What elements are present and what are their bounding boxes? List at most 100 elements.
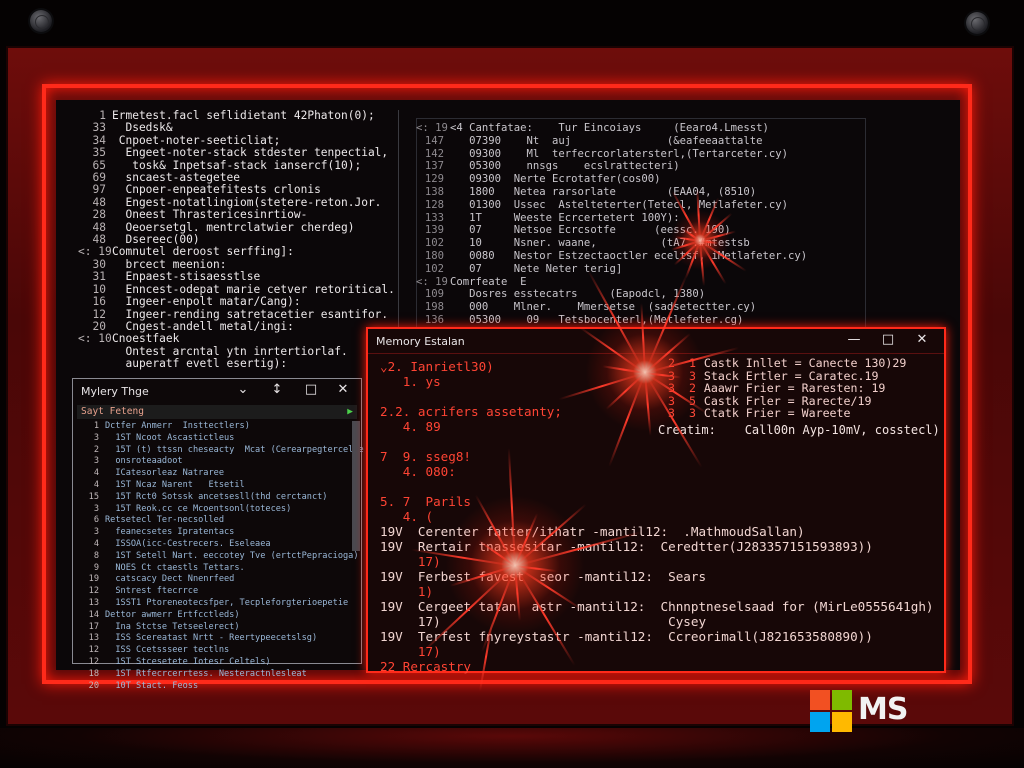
code-text: 09300 Nerte Ecrotatfer(cos00) (450, 173, 661, 186)
scrollbar[interactable] (352, 421, 360, 551)
code-line: 1 Dctfer Anmerr Insttectlers) (73, 421, 364, 433)
run-icon[interactable]: ▶ (347, 405, 353, 419)
code-text: 15T Reok.cc ce Mcoentsonl(toteces) (105, 503, 292, 514)
line-number: 9 (93, 562, 99, 573)
memory-window[interactable]: Memory Estalan — □ ✕ ⌄2. Ianrietl30) 1. … (366, 327, 946, 674)
memory-item[interactable]: 4. 080: (380, 464, 934, 479)
line-number: 102 (424, 262, 444, 275)
line-number: 138 (424, 185, 444, 198)
code-line: 9 NOES Ct ctaestls Tettars. (73, 563, 364, 575)
memory-item[interactable]: 17) (380, 644, 934, 659)
memory-item[interactable]: 1) (380, 584, 934, 599)
memory-item[interactable]: 19V Terfest fnyreystastr -mantil12: Ccre… (380, 629, 934, 644)
line-number: 142 (424, 147, 444, 160)
code-text: Ontest arcntal ytn inrtertiorlaf. (112, 344, 348, 358)
line-number: <: 19 (416, 122, 448, 134)
code-text: Oeoersetgl. mentrclatwier cherdeg) (112, 220, 355, 234)
code-line: 102 10 Nsner. waane, (tA7 .#mtestsb (416, 237, 807, 250)
code-text: Retsetecl Ter-necsolled (105, 515, 224, 526)
line-number: 12 (88, 656, 99, 667)
code-text: 000 Mlner. Mmersetse (sadsetectter.cy) (450, 301, 757, 314)
mystery-code-listing[interactable]: 1 Dctfer Anmerr Insttectlers) 3 1ST Ncoot … (73, 421, 364, 692)
code-text: 1ST Rtfecrcerrtess. Nesteractnlesleat (105, 668, 307, 679)
code-text: ISSOA(icc-Cestrecers. Eseleaea (105, 538, 271, 549)
close-button[interactable]: ✕ (908, 329, 936, 351)
resize-icon[interactable]: ↕ (263, 379, 291, 401)
line-number: 31 (92, 270, 106, 284)
code-line: 18 1ST Rtfecrcerrtess. Nesteractnlesleat (73, 669, 364, 681)
code-line: 4 1ST Ncaz Narent Etsetil (73, 480, 364, 492)
line-number: 136 (424, 313, 444, 326)
memory-item[interactable]: 19V Cerenter fatter/ithatr -mantil12: .M… (380, 524, 934, 539)
line-number: 129 (424, 173, 444, 186)
code-line: 3 1ST Ncoot Ascastictleus (73, 433, 364, 445)
code-line: 136 05300 09 Tetsbocenterl,(Metlefeter.c… (416, 314, 807, 327)
code-text: 05300 09 Tetsbocenterl,(Metlefeter.cg) (450, 313, 744, 326)
line-number: 19 (88, 574, 99, 585)
line-number: 33 (92, 121, 106, 135)
bolt-icon (966, 12, 988, 34)
memory-item[interactable]: 17) Cysey (380, 614, 934, 629)
line-number: 12 (88, 586, 99, 597)
code-line: 8 1ST Setell Nart. eeccotey Tve (ertctPe… (73, 551, 364, 563)
memory-item[interactable]: 5. 7 Parils (380, 494, 934, 509)
line-number: 147 (424, 134, 444, 147)
code-text: 1800 Netea rarsorlate (EAA04, (8510) (450, 185, 757, 198)
memory-item[interactable]: 19V Rertair tnassesitar -mantil12: Cered… (380, 539, 934, 554)
code-line: 17 Ina Stctse Tetseelerect) (73, 622, 364, 634)
line-number: 6 (93, 515, 99, 526)
left-code-editor[interactable]: 1 Ermetest.facl seflidietant 42Phaton(0);… (78, 109, 395, 371)
code-text: catscacy Dect Nnenrfeed (105, 574, 235, 585)
code-line: 12 1ST Stcesetete Iotesr Celtels) (73, 657, 364, 669)
code-line: 3 15T Reok.cc ce Mcoentsonl(toteces) (73, 504, 364, 516)
line-number: 14 (88, 609, 99, 620)
line-number: 198 (424, 301, 444, 314)
code-line: 109 Dosres esstecatrs (Eapodcl, 1380) (416, 288, 807, 301)
code-text: Cnoestfaek (112, 332, 180, 346)
line-number: 13 (88, 633, 99, 644)
line-number: 4 (93, 468, 99, 479)
code-text: 15T (t) ttssn cheseacty Mcat (Cerearpegt… (105, 444, 364, 455)
close-button[interactable]: ✕ (329, 379, 357, 401)
right-code-editor[interactable]: <: 19 <4 Cantfatae: Tur Eincoiays (Eearo4… (416, 122, 807, 327)
maximize-button[interactable]: □ (874, 329, 902, 351)
line-number: 16 (92, 295, 106, 309)
memory-item[interactable] (380, 479, 934, 494)
mystery-window-titlebar[interactable]: Mylery Thge ⌄ ↕ □ ✕ (73, 379, 361, 403)
stack-text: Ctatk Frier = Wareete (703, 406, 851, 421)
line-number: <: 19 (416, 275, 448, 288)
memory-item[interactable]: 19V Cergeet tatan astr -mantil12: Chnnpt… (380, 599, 934, 614)
code-text: Ermetest.facl seflidietant 42Phaton(0); (112, 109, 375, 122)
mystery-window[interactable]: Mylery Thge ⌄ ↕ □ ✕ Sayt Feteng ▶ 1 Dctfe… (72, 378, 364, 691)
code-text: 05300 nnsgs ecslrattecteri) (450, 160, 680, 173)
maximize-button[interactable]: □ (297, 379, 325, 401)
code-line: 14 Dettor awmerr Ertfcctleds) (73, 610, 364, 622)
memory-window-titlebar[interactable]: Memory Estalan — □ ✕ (368, 329, 944, 354)
code-text: 15T Rct0 Sotssk ancetsesll(thd cerctanct… (105, 491, 328, 502)
code-line: 2 15T (t) ttssn cheseacty Mcat (Cerearpe… (73, 445, 364, 457)
code-text: Enpaest-stisaesstlse (112, 270, 261, 284)
memory-item[interactable]: 17) (380, 554, 934, 569)
logo-square (810, 690, 830, 710)
line-number: 4 (93, 479, 99, 490)
code-line: 180 0080 Nestor Estzectaoctler eceltsf, … (416, 250, 807, 263)
memory-item[interactable]: 22 Rercastry (380, 659, 934, 674)
code-text: 10 Nsner. waane, (tA7 .#mtestsb (450, 237, 750, 250)
code-text: NOES Ct ctaestls Tettars. (105, 562, 245, 573)
window-title: Mylery Thge (81, 385, 149, 398)
toolbar-label: Sayt Feteng (81, 406, 144, 417)
logo-square (810, 712, 830, 732)
code-line: 198 000 Mlner. Mmersetse (sadsetectter.c… (416, 301, 807, 314)
code-text: Ina Stctse Tetseelerect) (105, 621, 240, 632)
memory-item[interactable]: 7 9. sseg8! (380, 449, 934, 464)
line-number: 97 (92, 183, 106, 197)
chevron-down-icon[interactable]: ⌄ (229, 379, 257, 401)
memory-item[interactable]: 19V Ferbest favest seor -mantil12: Sears (380, 569, 934, 584)
code-line: 4 ISSOA(icc-Cestrecers. Eseleaea (73, 539, 364, 551)
line-number: 109 (424, 288, 444, 301)
code-text: 1SST1 Ptoreneotecsfper, Tecpleforgterioe… (105, 597, 349, 608)
memory-item[interactable]: 4. ( (380, 509, 934, 524)
code-text: Comrfeate E (450, 275, 527, 288)
minimize-button[interactable]: — (840, 329, 868, 351)
code-text: onsroteaadoot (105, 456, 183, 467)
